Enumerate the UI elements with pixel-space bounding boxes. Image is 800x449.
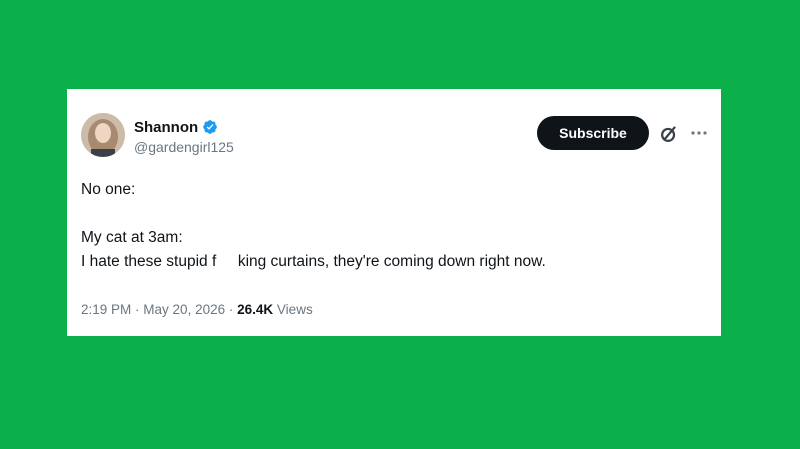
- author-display-name[interactable]: Shannon: [134, 119, 198, 136]
- tweet-text-line: No one:: [81, 181, 136, 198]
- views-count[interactable]: 26.4K: [237, 302, 273, 317]
- grok-icon[interactable]: [658, 123, 680, 145]
- subscribe-button[interactable]: Subscribe: [537, 116, 649, 150]
- meta-separator: ·: [228, 302, 238, 317]
- more-icon[interactable]: [688, 125, 710, 141]
- author-name-row: Shannon: [134, 117, 218, 137]
- tweet-card: Shannon @gardengirl125 Subscribe No one:…: [67, 89, 721, 336]
- tweet-time[interactable]: 2:19 PM: [81, 302, 131, 317]
- tweet-text-line: My cat at 3am:: [81, 229, 183, 246]
- tweet-text-line: I hate these stupid f king curtains, the…: [81, 253, 546, 270]
- verified-badge-icon: [203, 120, 218, 134]
- avatar[interactable]: [81, 113, 125, 157]
- views-label: Views: [276, 302, 313, 317]
- tweet-text-line-blank: [81, 202, 701, 226]
- tweet-date[interactable]: May 20, 2026: [143, 302, 225, 317]
- tweet-text: No one: My cat at 3am: I hate these stup…: [81, 178, 701, 274]
- tweet-meta: 2:19 PM · May 20, 2026 · 26.4K Views: [81, 302, 313, 317]
- author-handle[interactable]: @gardengirl125: [134, 139, 234, 155]
